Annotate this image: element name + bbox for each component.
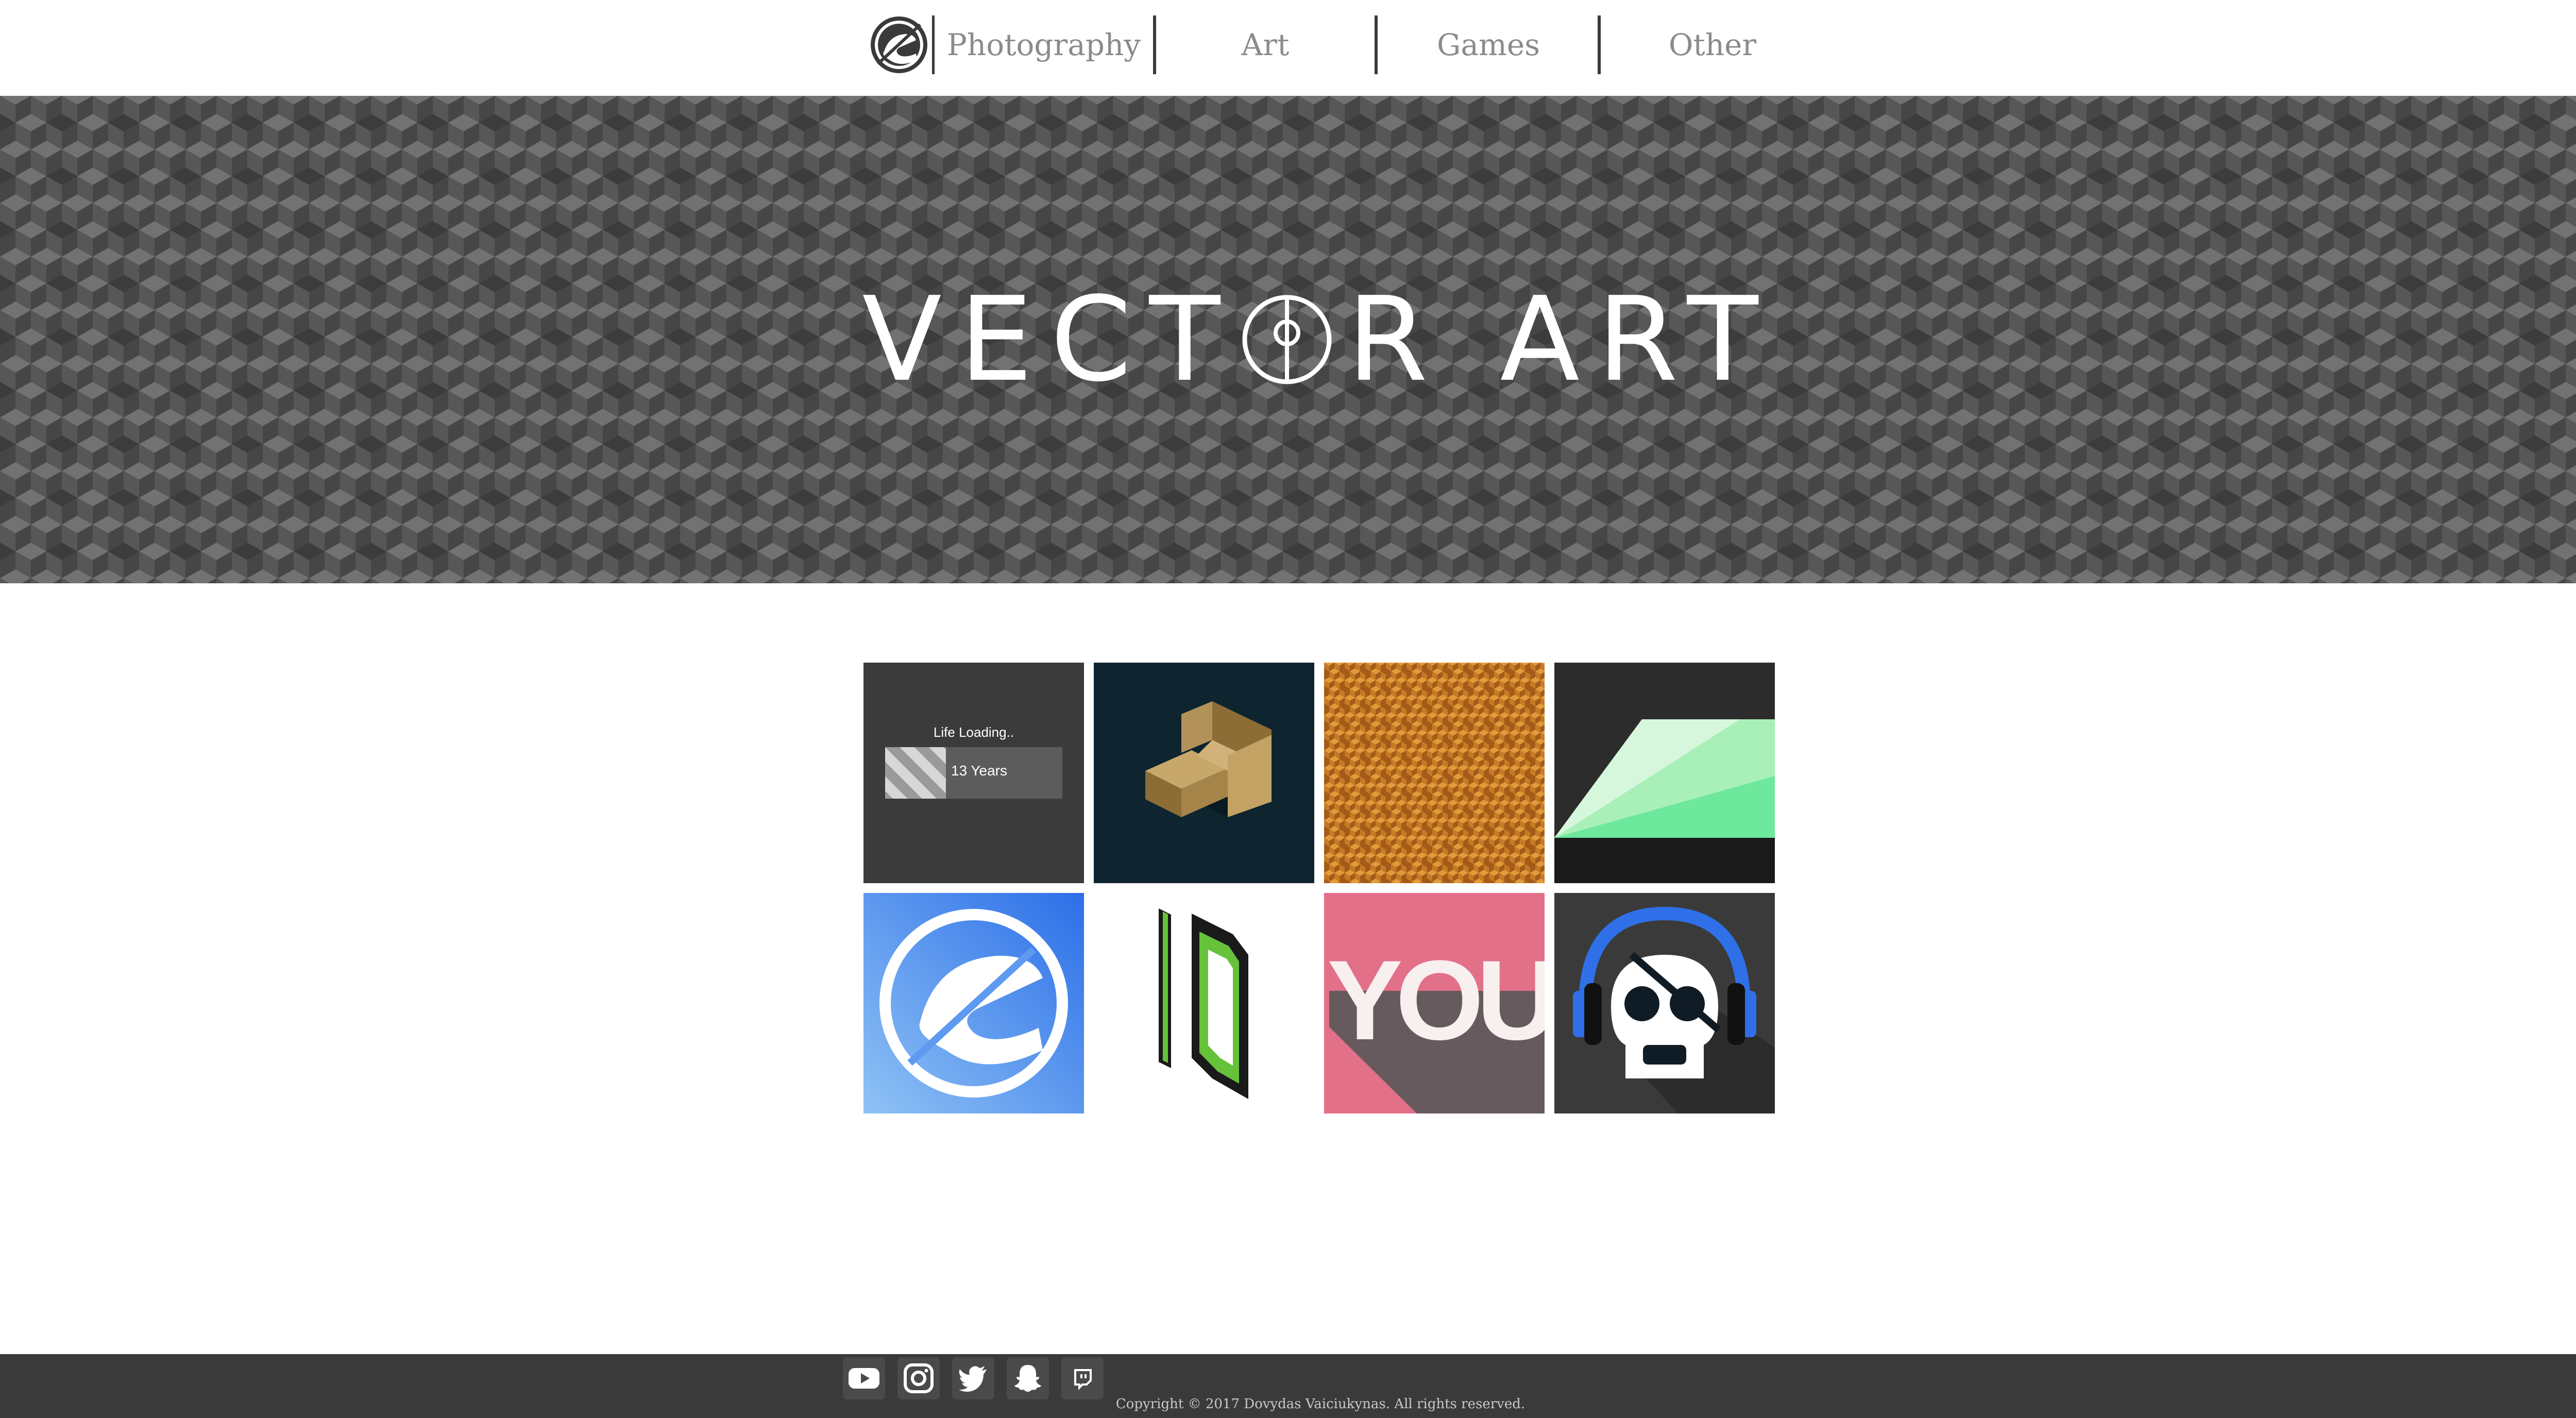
nav-item-photography[interactable]: Photography (935, 15, 1156, 74)
nav-item-art[interactable]: Art (1156, 15, 1378, 74)
twitter-icon[interactable] (952, 1357, 994, 1399)
tile-blue-logo[interactable] (863, 893, 1084, 1113)
tile-life-loading[interactable]: Life Loading.. 13 Years (863, 663, 1084, 883)
tile-green-trapezoid[interactable] (1554, 663, 1775, 883)
instagram-icon[interactable] (897, 1357, 940, 1399)
twitch-icon[interactable] (1061, 1357, 1104, 1399)
progress-fill-striped (885, 747, 946, 799)
nav-item-other[interactable]: Other (1602, 15, 1823, 74)
orange-cube-pattern (1324, 663, 1545, 883)
vector-art-gallery: Life Loading.. 13 Years YOU (863, 663, 1777, 1114)
tile-skull-headphones[interactable] (1554, 893, 1775, 1113)
you-text: YOU (1327, 937, 1545, 1064)
blue-logo-graphic (863, 893, 1084, 1113)
isometric-box-graphic (1145, 701, 1272, 817)
dv-logo-icon[interactable] (869, 14, 929, 75)
snapchat-icon[interactable] (1007, 1357, 1049, 1399)
tile-heading: Life Loading.. (933, 724, 1014, 740)
progress-label: 13 Years (951, 763, 1007, 779)
hero-title-part2: R ART (1347, 272, 1776, 408)
tile-isometric-box[interactable] (1094, 663, 1314, 883)
tile-id-letters[interactable] (1094, 893, 1314, 1113)
tile-orange-cubes[interactable] (1324, 663, 1545, 883)
youtube-icon[interactable] (843, 1357, 885, 1399)
theta-o-glyph (1242, 295, 1332, 384)
green-trapezoid-graphic (1554, 719, 1775, 883)
copyright-text: Copyright © 2017 Dovydas Vaiciukynas. Al… (1115, 1396, 1526, 1412)
tile-you-text[interactable]: YOU (1324, 893, 1545, 1113)
site-header: Photography Art Games Other (0, 0, 2576, 96)
hero-banner: VECT R ART (0, 96, 2576, 583)
hero-title-part1: VECT (862, 272, 1238, 408)
nav-item-games[interactable]: Games (1379, 15, 1601, 74)
id-letters-graphic (1159, 908, 1248, 1099)
hero-title: VECT R ART (0, 96, 2576, 583)
skull-headphones-graphic (1573, 906, 1775, 1113)
